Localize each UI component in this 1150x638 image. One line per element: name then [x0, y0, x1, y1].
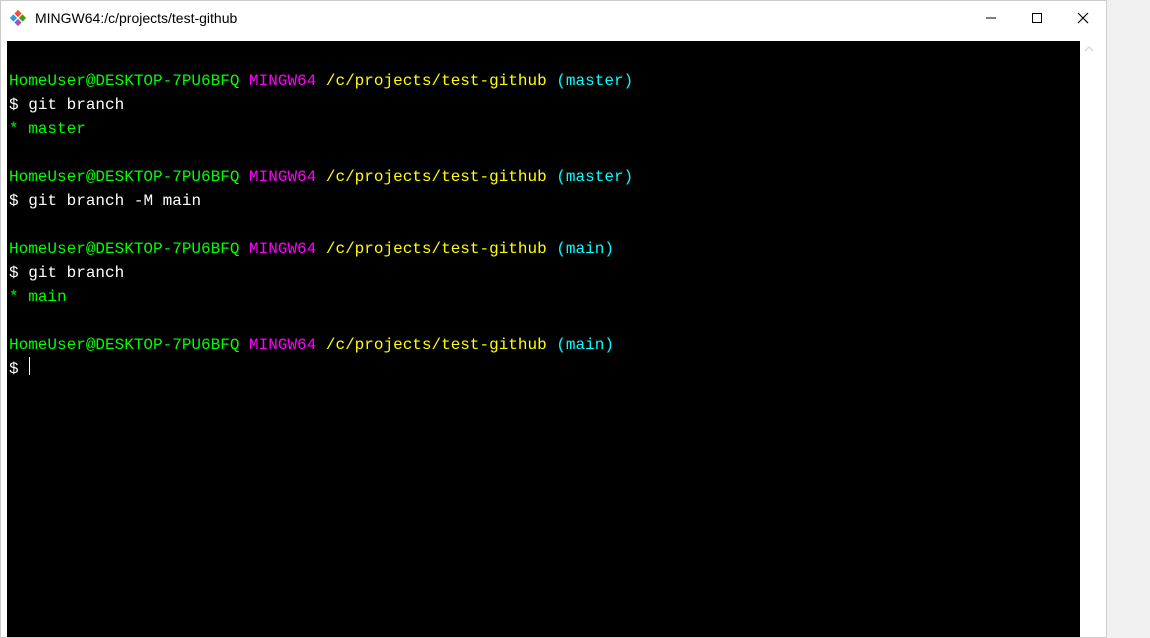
terminal-window: MINGW64:/c/projects/test-github HomeUser… [0, 0, 1107, 638]
prompt-path: /c/projects/test-github [326, 72, 547, 90]
cursor-icon [29, 357, 30, 375]
prompt-user-host: HomeUser@DESKTOP-7PU6BFQ [9, 336, 239, 354]
prompt-path: /c/projects/test-github [326, 336, 547, 354]
prompt-symbol: $ [9, 192, 19, 210]
prompt-app: MINGW64 [249, 240, 316, 258]
prompt-user-host: HomeUser@DESKTOP-7PU6BFQ [9, 72, 239, 90]
command-text: git branch [28, 96, 124, 114]
window-controls [968, 1, 1106, 35]
prompt-user-host: HomeUser@DESKTOP-7PU6BFQ [9, 240, 239, 258]
chevron-up-icon [1083, 43, 1095, 55]
prompt-symbol: $ [9, 264, 19, 282]
prompt-branch: (master) [556, 72, 633, 90]
command-text: git branch [28, 264, 124, 282]
minimize-button[interactable] [968, 1, 1014, 35]
prompt-user-host: HomeUser@DESKTOP-7PU6BFQ [9, 168, 239, 186]
prompt-branch: (master) [556, 168, 633, 186]
prompt-app: MINGW64 [249, 72, 316, 90]
command-text: git branch -M main [28, 192, 201, 210]
prompt-path: /c/projects/test-github [326, 240, 547, 258]
close-button[interactable] [1060, 1, 1106, 35]
terminal-line: HomeUser@DESKTOP-7PU6BFQ MINGW64 /c/proj… [9, 45, 1078, 381]
prompt-symbol: $ [9, 96, 19, 114]
branch-list-current: * master [9, 120, 86, 138]
terminal-container: HomeUser@DESKTOP-7PU6BFQ MINGW64 /c/proj… [1, 35, 1106, 637]
prompt-branch: (main) [556, 336, 614, 354]
maximize-button[interactable] [1014, 1, 1060, 35]
branch-list-current: * main [9, 288, 67, 306]
git-bash-icon [9, 9, 27, 27]
window-title: MINGW64:/c/projects/test-github [35, 10, 237, 26]
prompt-symbol: $ [9, 360, 19, 378]
scrollbar-area[interactable] [1080, 41, 1098, 637]
prompt-branch: (main) [556, 240, 614, 258]
prompt-app: MINGW64 [249, 336, 316, 354]
titlebar[interactable]: MINGW64:/c/projects/test-github [1, 1, 1106, 35]
prompt-app: MINGW64 [249, 168, 316, 186]
prompt-path: /c/projects/test-github [326, 168, 547, 186]
terminal-output[interactable]: HomeUser@DESKTOP-7PU6BFQ MINGW64 /c/proj… [7, 41, 1080, 637]
